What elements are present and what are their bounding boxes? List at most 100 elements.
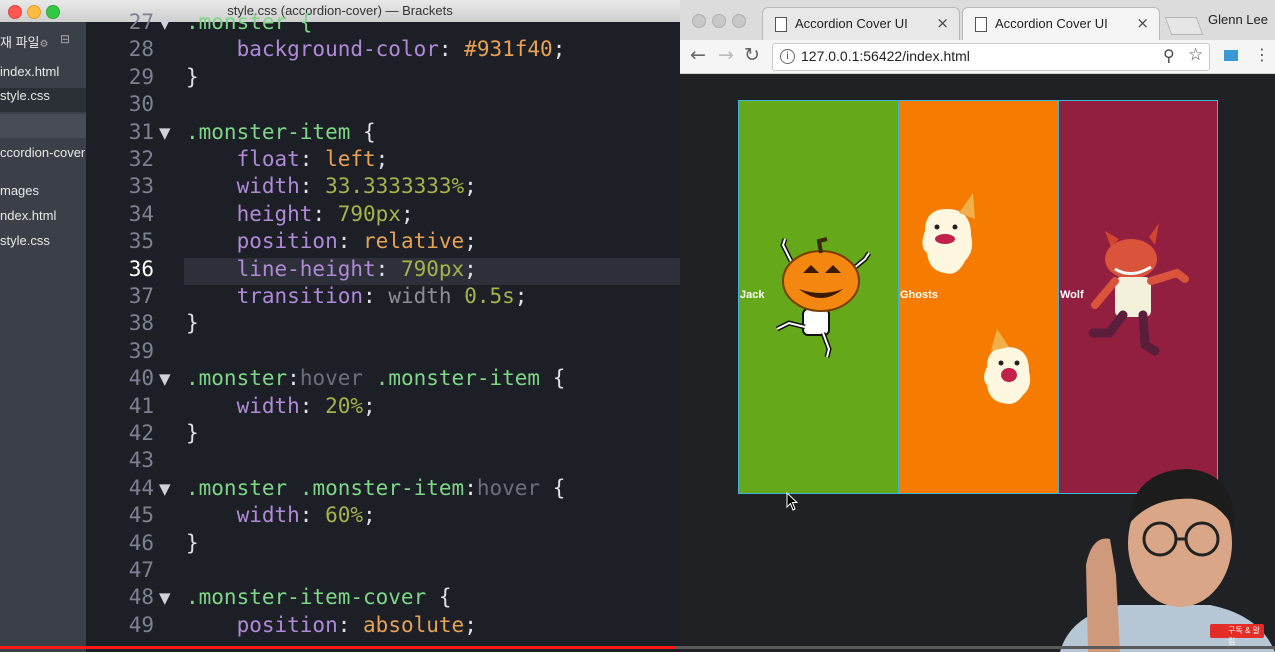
code-token: : <box>312 201 338 226</box>
code-token: position <box>236 229 338 254</box>
code-line[interactable]: height: 790px; <box>186 202 414 226</box>
line-number: 38 <box>128 311 154 336</box>
browser-close-icon[interactable] <box>692 14 706 28</box>
code-token: : <box>337 612 364 637</box>
fold-arrow-icon[interactable]: ▼ <box>159 14 171 32</box>
tree-file-item[interactable]: style.css <box>0 233 86 257</box>
line-number: 42 <box>128 421 154 445</box>
monster-item-jack[interactable]: Jack <box>739 101 898 493</box>
url-text: 127.0.0.1:56422/index.html <box>801 48 970 64</box>
code-token: ; <box>464 256 477 281</box>
code-token: } <box>186 311 199 336</box>
code-token: ; <box>400 201 414 226</box>
tree-item-label: mages <box>0 183 40 198</box>
code-line[interactable]: position: absolute; <box>186 613 477 637</box>
tree-folder-item[interactable]: mages <box>0 183 86 207</box>
tree-item-label: style.css <box>0 233 50 248</box>
profile-name[interactable]: Glenn Lee <box>1208 12 1268 27</box>
code-line[interactable]: width: 33.3333333%; <box>186 174 477 198</box>
code-token: .monster <box>186 366 288 391</box>
monster-label: Wolf <box>1060 289 1084 301</box>
code-token: .monster-item <box>375 366 541 391</box>
reload-icon[interactable]: ↻ <box>744 44 760 66</box>
code-token: .monster <box>186 475 288 500</box>
fold-arrow-icon[interactable]: ▼ <box>159 480 171 498</box>
code-line[interactable]: } <box>186 421 199 445</box>
line-number: 48 <box>128 585 154 610</box>
video-progress-fill <box>0 646 676 649</box>
subscribe-badge[interactable]: 구독 & 알림 <box>1210 624 1264 646</box>
info-icon[interactable]: i <box>780 49 795 64</box>
working-file-item-active[interactable]: style.css <box>0 88 86 112</box>
split-view-icon[interactable]: ⊟ <box>60 32 70 46</box>
fold-arrow-icon[interactable]: ▼ <box>159 124 171 142</box>
line-number: 46 <box>128 530 154 555</box>
new-tab-button[interactable] <box>1164 17 1204 35</box>
working-file-item[interactable]: index.html <box>0 64 86 88</box>
code-token: width <box>388 284 452 308</box>
menu-icon[interactable]: ⋮ <box>1254 45 1270 64</box>
code-line[interactable]: position: relative; <box>186 229 477 253</box>
monster-item-wolf[interactable]: Wolf <box>1058 101 1217 493</box>
code-area[interactable] <box>184 22 680 652</box>
code-line[interactable]: line-height: 790px; <box>186 257 477 281</box>
extension-icon[interactable] <box>1224 50 1238 61</box>
project-name-label: ccordion-cover <box>0 145 86 160</box>
code-token: .monster-item <box>186 119 351 144</box>
line-number: 31 <box>128 119 154 144</box>
code-line[interactable]: } <box>186 531 199 555</box>
brackets-editor-window: style.css (accordion-cover) — Brackets 재… <box>0 0 680 652</box>
code-line[interactable]: float: left; <box>186 147 389 171</box>
browser-zoom-icon[interactable] <box>732 14 746 28</box>
code-line[interactable]: .monster .monster-item:hover { <box>186 476 565 500</box>
code-token: position <box>236 612 338 637</box>
code-line[interactable]: width: 60%; <box>186 503 376 527</box>
tab-close-icon[interactable]: × <box>1136 14 1149 32</box>
working-file-label: index.html <box>0 64 60 79</box>
monster-item-ghosts[interactable]: Ghosts <box>898 101 1058 493</box>
code-token: .monster { <box>186 10 313 34</box>
browser-toolbar: ← → ↻ i 127.0.0.1:56422/index.html ⚲ ☆ ⋮ <box>680 40 1275 74</box>
code-line[interactable]: .monster-item { <box>186 120 376 144</box>
forward-arrow-icon[interactable]: → <box>718 44 734 66</box>
code-token: width <box>236 393 300 418</box>
code-token: 0.5s <box>464 284 515 308</box>
project-title[interactable]: ccordion-cover <box>0 145 86 169</box>
code-token: : <box>299 174 326 199</box>
code-line[interactable]: .monster { <box>186 10 312 34</box>
code-token: width <box>236 174 300 199</box>
browser-tab[interactable]: Accordion Cover UI × <box>762 7 960 41</box>
tree-file-item[interactable]: ndex.html <box>0 208 86 232</box>
fold-arrow-icon[interactable]: ▼ <box>159 589 171 607</box>
code-line[interactable]: transition: width 0.5s; <box>186 284 528 308</box>
zoom-magnifier-icon[interactable]: ⚲ <box>1163 46 1175 65</box>
browser-tab-active[interactable]: Accordion Cover UI × <box>962 7 1160 41</box>
address-bar[interactable]: i 127.0.0.1:56422/index.html ⚲ ☆ <box>772 43 1210 71</box>
code-line[interactable]: width: 20%; <box>186 394 376 418</box>
code-token: ; <box>464 174 477 199</box>
code-line[interactable]: background-color: #931f40; <box>186 37 566 61</box>
code-line[interactable]: } <box>186 65 199 89</box>
back-arrow-icon[interactable]: ← <box>690 44 706 66</box>
code-line[interactable]: } <box>186 311 199 335</box>
tab-close-icon[interactable]: × <box>936 14 949 32</box>
line-number: 30 <box>128 92 154 117</box>
code-token: : <box>363 284 389 308</box>
fold-arrow-icon[interactable]: ▼ <box>159 370 171 388</box>
code-token: : <box>299 147 326 171</box>
code-token: 33.3333333% <box>325 174 465 199</box>
line-number: 35 <box>128 229 154 254</box>
code-token: hover <box>299 366 364 391</box>
code-line[interactable]: .monster:hover .monster-item { <box>186 366 565 390</box>
code-line[interactable]: .monster-item-cover { <box>186 585 452 609</box>
browser-minimize-icon[interactable] <box>712 14 726 28</box>
gear-icon[interactable]: ⚙ <box>40 39 49 50</box>
code-token: : <box>464 475 477 500</box>
bookmark-star-icon[interactable]: ☆ <box>1188 45 1203 65</box>
